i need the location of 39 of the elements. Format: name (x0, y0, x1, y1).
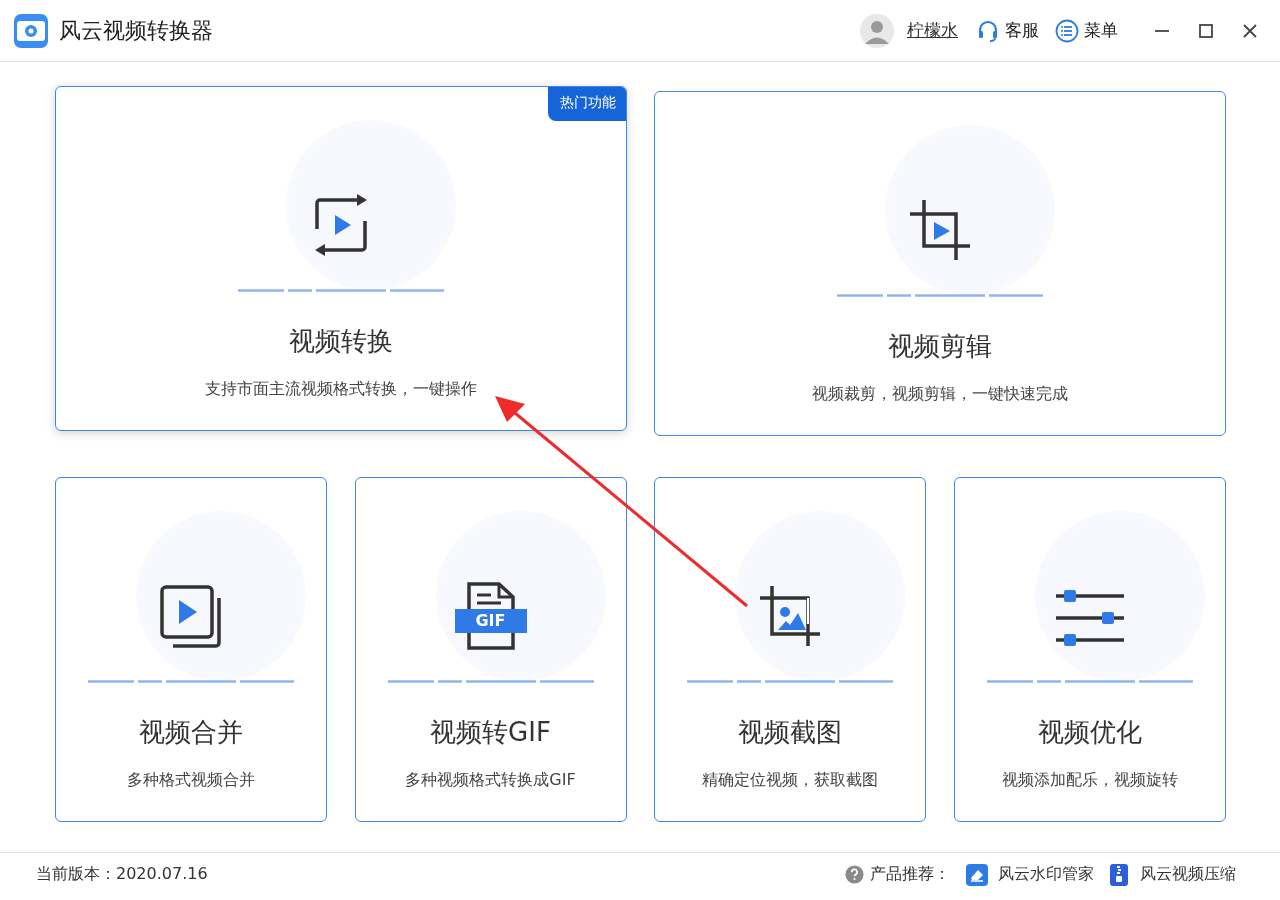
window-title: 风云视频转换器 (59, 16, 213, 45)
service-button[interactable]: 客服 (976, 18, 1039, 43)
avatar-icon[interactable] (859, 12, 895, 49)
recommend-label: 产品推荐： (870, 864, 950, 885)
feature-card[interactable]: 视频剪辑 视频裁剪，视频剪辑，一键快速完成 (654, 91, 1226, 436)
card-title: 视频合并 (139, 716, 243, 749)
help-icon[interactable] (845, 865, 864, 884)
crop-image-icon (758, 584, 822, 648)
card-title: 视频转GIF (430, 716, 551, 749)
card-description: 多种视频格式转换成GIF (405, 770, 576, 791)
card-title: 视频截图 (738, 716, 842, 749)
maximize-icon[interactable] (1198, 22, 1214, 39)
version-text: 当前版本：2020.07.16 (36, 864, 208, 885)
product-link[interactable]: 风云视频压缩 (1108, 863, 1236, 886)
stacked-video-icon (159, 584, 223, 648)
eraser-app-icon (966, 863, 988, 886)
close-icon[interactable] (1242, 22, 1258, 39)
app-logo-icon (13, 12, 49, 49)
card-description: 视频裁剪，视频剪辑，一键快速完成 (811, 384, 1068, 405)
hot-badge: 热门功能 (547, 87, 626, 121)
feature-card[interactable]: 视频截图 精确定位视频，获取截图 (654, 477, 926, 822)
card-description: 精确定位视频，获取截图 (702, 770, 878, 791)
product-link[interactable]: 风云水印管家 (966, 863, 1094, 886)
crop-video-icon (907, 198, 972, 262)
card-title: 视频剪辑 (887, 330, 992, 363)
feature-card[interactable]: 热门功能 视频转换 支持市面主流视频格式转换，一键操作 (55, 86, 627, 431)
zip-app-icon (1108, 863, 1130, 886)
menu-icon (1055, 18, 1079, 43)
headset-icon (976, 18, 1000, 43)
card-title: 视频转换 (288, 325, 393, 358)
feature-card[interactable]: GIF 视频转GIF 多种视频格式转换成GIF (354, 477, 627, 822)
card-description: 多种格式视频合并 (127, 770, 255, 791)
user-name-link[interactable]: 柠檬水 (907, 19, 958, 42)
menu-button[interactable]: 菜单 (1055, 18, 1118, 43)
feature-card[interactable]: 视频优化 视频添加配乐，视频旋转 (953, 477, 1226, 822)
card-title: 视频优化 (1037, 716, 1142, 749)
card-description: 支持市面主流视频格式转换，一键操作 (204, 379, 477, 400)
card-description: 视频添加配乐，视频旋转 (1001, 770, 1178, 791)
feature-card[interactable]: 视频合并 多种格式视频合并 (55, 477, 327, 822)
